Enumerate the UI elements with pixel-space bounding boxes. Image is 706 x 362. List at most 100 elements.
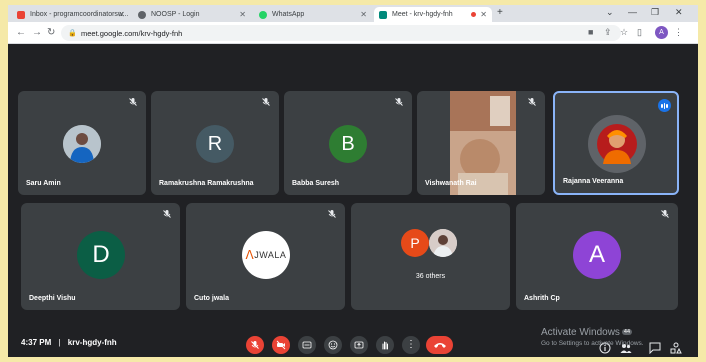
close-icon[interactable]: ✕ bbox=[239, 10, 246, 19]
hand-icon bbox=[382, 341, 388, 350]
meet-icon bbox=[379, 10, 387, 19]
mic-off-icon bbox=[395, 98, 403, 106]
bookmark-star-icon[interactable]: ☆ bbox=[620, 27, 628, 38]
others-count: 36 others bbox=[415, 273, 446, 280]
gmail-icon bbox=[17, 10, 25, 19]
participant-tile-active-speaker[interactable]: Rajanna Veeranna bbox=[553, 91, 679, 195]
current-time: 4:37 PM bbox=[21, 338, 52, 347]
avatar: B bbox=[329, 125, 367, 163]
participant-tile[interactable]: Saru Amin bbox=[18, 91, 146, 195]
camera-toggle-button[interactable] bbox=[272, 336, 290, 354]
speaking-indicator-icon bbox=[658, 99, 671, 112]
avatar: R bbox=[196, 125, 234, 163]
emoji-icon bbox=[328, 340, 338, 350]
minimize-icon[interactable]: — bbox=[628, 7, 637, 17]
whatsapp-icon bbox=[259, 10, 267, 19]
tab-label: Meet - krv-hgdy-fnh bbox=[392, 11, 453, 18]
participant-count-badge: 44 bbox=[621, 329, 633, 336]
watermark-subtitle: Go to Settings to activate Windows. bbox=[541, 340, 644, 347]
participant-tile[interactable]: B Babba Suresh bbox=[284, 91, 412, 195]
participant-tile[interactable]: ᐱ JWALA Cuto jwala bbox=[186, 203, 345, 310]
tab-bar: Inbox - programcoordinatorsw... ✕ NOOSP … bbox=[8, 5, 698, 22]
raise-hand-button[interactable] bbox=[376, 336, 394, 354]
jwala-logo: ᐱ JWALA bbox=[242, 231, 290, 279]
participant-tile[interactable]: D Deepthi Vishu bbox=[21, 203, 180, 310]
new-tab-button[interactable]: + bbox=[497, 7, 503, 18]
participant-photo bbox=[588, 115, 646, 173]
mic-off-icon bbox=[129, 98, 137, 106]
separator: | bbox=[58, 338, 61, 347]
close-icon[interactable]: ✕ bbox=[118, 10, 125, 19]
mic-off-icon bbox=[528, 98, 536, 106]
avatar: D bbox=[77, 231, 125, 279]
participant-name: Deepthi Vishu bbox=[29, 295, 76, 302]
captions-icon bbox=[302, 341, 312, 349]
tab-label: NOOSP - Login bbox=[151, 11, 200, 18]
present-button[interactable] bbox=[350, 336, 368, 354]
participant-name: Rajanna Veeranna bbox=[563, 178, 624, 185]
tab-meet[interactable]: Meet - krv-hgdy-fnh ✕ bbox=[374, 7, 492, 22]
participant-name: Cuto jwala bbox=[194, 295, 230, 302]
globe-icon bbox=[138, 10, 146, 19]
participant-tile[interactable]: A Ashrith Cp bbox=[516, 203, 678, 310]
side-panel-icon[interactable]: ▯ bbox=[637, 27, 642, 38]
mic-off-icon bbox=[328, 210, 336, 218]
reactions-button[interactable] bbox=[324, 336, 342, 354]
participant-name: Ashrith Cp bbox=[524, 295, 560, 302]
participant-tile[interactable]: Vishwanath Rai bbox=[417, 91, 545, 195]
url-text: meet.google.com/krv-hgdy-fnh bbox=[81, 28, 183, 38]
avatar: P bbox=[401, 229, 429, 257]
tab-gmail[interactable]: Inbox - programcoordinatorsw... ✕ bbox=[12, 7, 130, 22]
avatar[interactable]: A bbox=[655, 26, 668, 39]
meeting-code: krv-hgdy-fnh bbox=[67, 338, 117, 347]
activities-icon[interactable] bbox=[670, 342, 682, 354]
camera-off-icon bbox=[276, 340, 286, 350]
mic-toggle-button[interactable] bbox=[246, 336, 264, 354]
participant-name: Babba Suresh bbox=[292, 180, 340, 187]
participant-name: Saru Amin bbox=[26, 180, 61, 187]
participant-tile[interactable]: R Ramakrushna Ramakrushna bbox=[151, 91, 279, 195]
mic-off-icon bbox=[661, 210, 669, 218]
tab-search-icon[interactable]: ⌄ bbox=[606, 7, 614, 18]
tab-whatsapp[interactable]: WhatsApp ✕ bbox=[254, 7, 372, 22]
mic-off-icon bbox=[251, 341, 259, 349]
camera-icon[interactable]: ■ bbox=[588, 27, 593, 37]
tab-label: Inbox - programcoordinatorsw... bbox=[30, 11, 129, 18]
flame-icon: ᐱ bbox=[245, 248, 255, 262]
hangup-icon bbox=[433, 343, 446, 348]
browser-window: Inbox - programcoordinatorsw... ✕ NOOSP … bbox=[8, 5, 698, 357]
present-screen-icon bbox=[354, 341, 364, 349]
others-tile[interactable]: P 36 others bbox=[351, 203, 510, 310]
leave-call-button[interactable] bbox=[426, 336, 453, 354]
chat-icon[interactable] bbox=[649, 342, 661, 354]
reload-icon[interactable]: ↻ bbox=[47, 27, 55, 38]
share-icon[interactable]: ⇪ bbox=[604, 27, 612, 38]
menu-icon[interactable]: ⋮ bbox=[674, 27, 683, 38]
watermark-title: Activate Windows bbox=[541, 327, 620, 338]
address-bar-row: ← → ↻ 🔒 meet.google.com/krv-hgdy-fnh ■ ⇪… bbox=[8, 22, 698, 44]
window-close-icon[interactable]: ✕ bbox=[675, 7, 683, 18]
close-icon[interactable]: ✕ bbox=[360, 10, 367, 19]
windows-activation-watermark: Activate Windows 44 Go to Settings to act… bbox=[541, 327, 644, 347]
tab-noosp[interactable]: NOOSP - Login ✕ bbox=[133, 7, 251, 22]
avatar: A bbox=[573, 231, 621, 279]
maximize-icon[interactable]: ❐ bbox=[651, 7, 659, 18]
meeting-info: 4:37 PM | krv-hgdy-fnh bbox=[21, 338, 117, 347]
mic-off-icon bbox=[163, 210, 171, 218]
mic-off-icon bbox=[262, 98, 270, 106]
participant-name: Ramakrushna Ramakrushna bbox=[159, 180, 254, 187]
more-vertical-icon: ⋮ bbox=[406, 339, 416, 350]
tab-label: WhatsApp bbox=[272, 11, 305, 18]
forward-icon[interactable]: → bbox=[32, 27, 42, 38]
participant-photo bbox=[63, 125, 101, 163]
back-icon[interactable]: ← bbox=[16, 27, 26, 38]
lock-icon: 🔒 bbox=[68, 30, 77, 37]
logo-text: JWALA bbox=[254, 250, 287, 260]
participant-photo bbox=[429, 229, 457, 257]
recording-icon bbox=[471, 12, 476, 17]
close-icon[interactable]: ✕ bbox=[480, 10, 487, 19]
captions-button[interactable] bbox=[298, 336, 316, 354]
more-options-button[interactable]: ⋮ bbox=[402, 336, 420, 354]
participant-name: Vishwanath Rai bbox=[425, 180, 477, 187]
url-field[interactable]: 🔒 meet.google.com/krv-hgdy-fnh bbox=[61, 25, 621, 41]
